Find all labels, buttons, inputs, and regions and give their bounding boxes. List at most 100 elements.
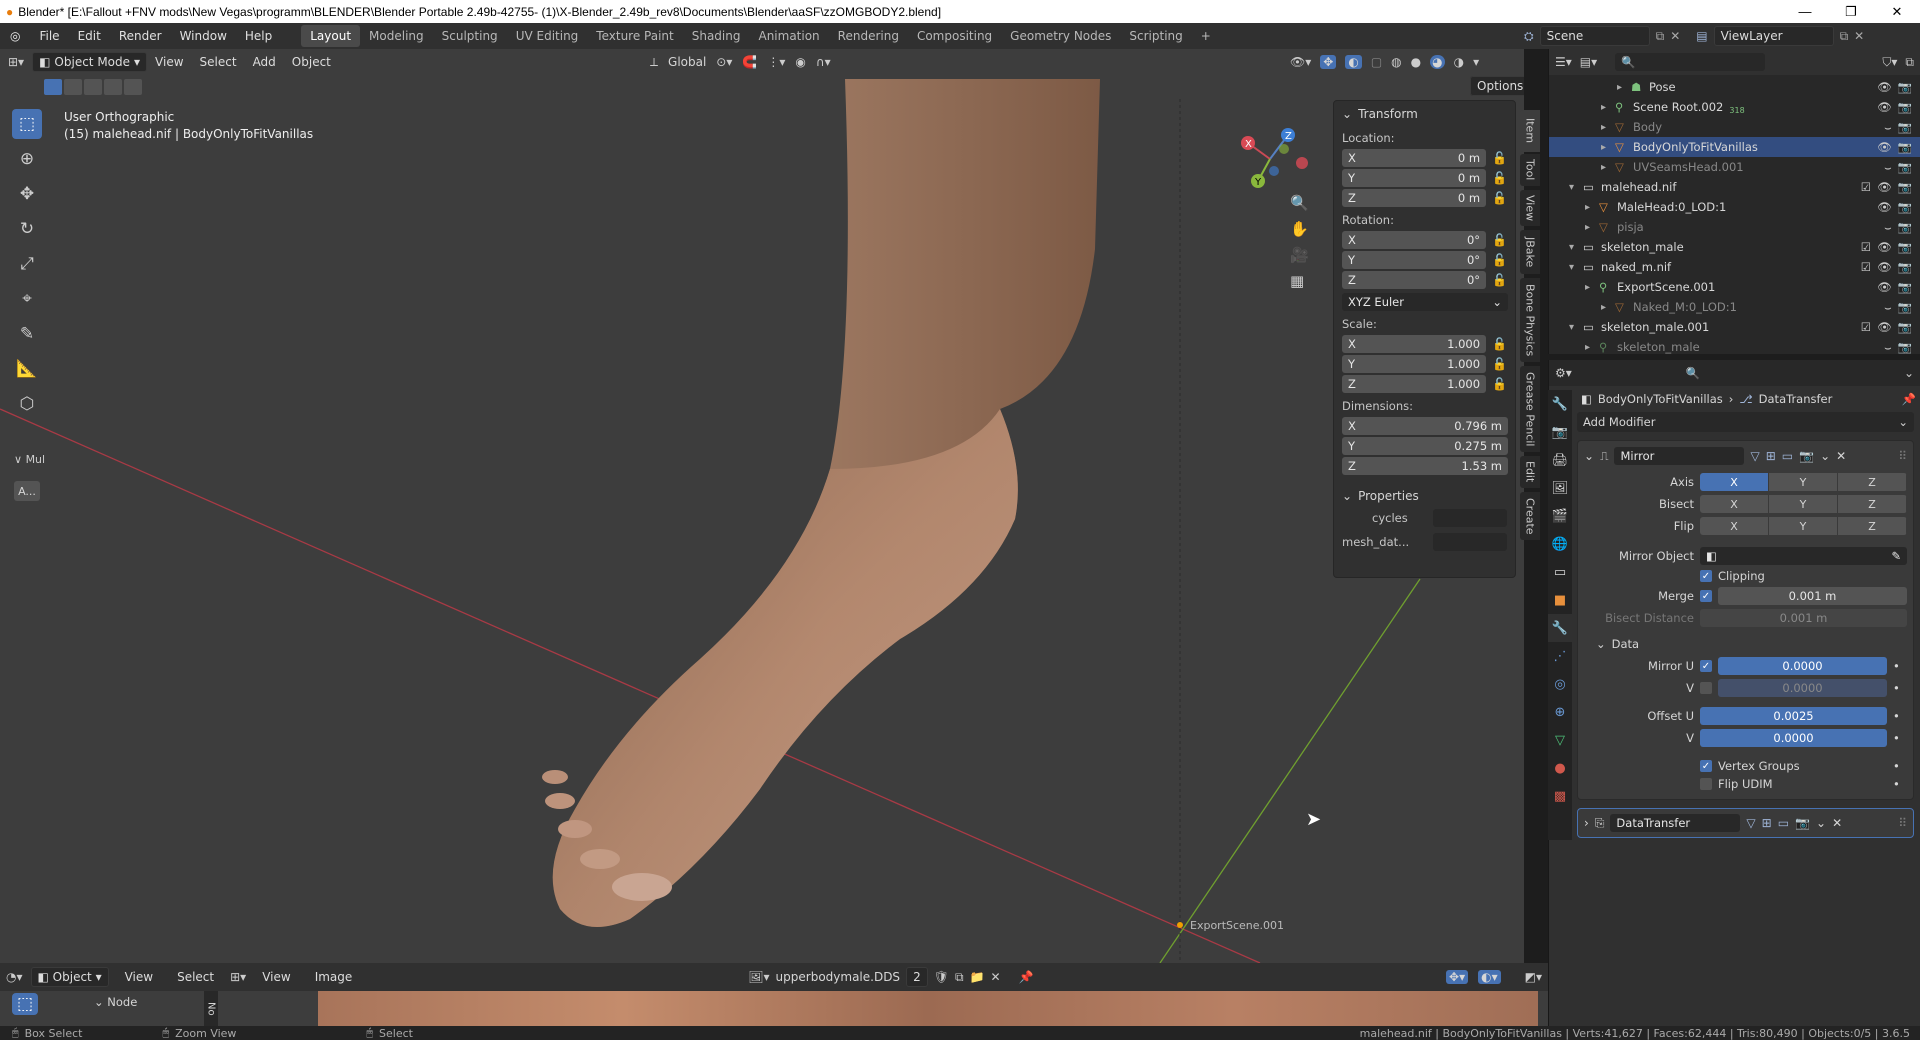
collection-tab-icon[interactable]: ▭ bbox=[1548, 558, 1572, 586]
camera-render-icon[interactable]: 📷 bbox=[1898, 240, 1912, 254]
select-tool-icon[interactable]: ⬚ bbox=[12, 993, 38, 1015]
flip-y-toggle[interactable]: Y bbox=[1769, 517, 1838, 535]
rotation-x-field[interactable]: X 0° bbox=[1342, 231, 1487, 249]
eye-icon[interactable]: 👁 bbox=[1877, 200, 1892, 214]
eye-closed-icon[interactable]: ⌣ bbox=[1884, 340, 1892, 355]
chevron-right-icon[interactable]: ▸ bbox=[1585, 282, 1599, 293]
tab-tool[interactable]: Tool bbox=[1520, 154, 1540, 186]
overlay-toggle-icon[interactable]: ◐ bbox=[1345, 55, 1362, 69]
datatransfer-name-field[interactable]: DataTransfer bbox=[1610, 814, 1741, 832]
physics-tab-icon[interactable]: ◎ bbox=[1548, 670, 1572, 698]
camera-render-icon[interactable]: 📷 bbox=[1898, 340, 1912, 354]
tab-uv-editing[interactable]: UV Editing bbox=[507, 25, 588, 47]
close-icon[interactable]: ✕ bbox=[1836, 449, 1846, 463]
proportional-edit-icon[interactable]: ◉ bbox=[795, 55, 805, 69]
eye-closed-icon[interactable]: ⌣ bbox=[1884, 220, 1892, 235]
options-dropdown[interactable]: Options bbox=[1470, 76, 1524, 96]
bisect-x-toggle[interactable]: X bbox=[1700, 495, 1769, 513]
tab-texture-paint[interactable]: Texture Paint bbox=[587, 25, 682, 47]
mirror-u-checkbox[interactable]: ✓ bbox=[1700, 660, 1712, 672]
lock-icon[interactable]: 🔓 bbox=[1492, 171, 1507, 185]
filter-icon[interactable]: ⛉▾ bbox=[1882, 55, 1897, 70]
merge-distance-field[interactable]: 0.001 m bbox=[1718, 587, 1907, 605]
editmode-toggle-icon[interactable]: ▽ bbox=[1750, 449, 1759, 463]
image-browse-icon[interactable]: 🖼▾ bbox=[748, 970, 769, 984]
constraints-tab-icon[interactable]: ⊕ bbox=[1548, 698, 1572, 726]
fake-user-icon[interactable]: 🛡 bbox=[934, 970, 949, 984]
cursor-tool-icon[interactable]: ⊕ bbox=[12, 144, 42, 174]
lock-icon[interactable]: 🔓 bbox=[1492, 151, 1507, 165]
tab-scripting[interactable]: Scripting bbox=[1120, 25, 1191, 47]
viewport-toggle-icon[interactable]: ▭ bbox=[1782, 449, 1793, 463]
tab-geometry-nodes[interactable]: Geometry Nodes bbox=[1001, 25, 1120, 47]
chevron-right-icon[interactable]: ▸ bbox=[1585, 342, 1599, 353]
axis-y-toggle[interactable]: Y bbox=[1769, 473, 1838, 491]
outliner-row[interactable]: ▾ ▭ naked_m.nif ☑ 👁 📷 bbox=[1549, 257, 1920, 277]
eye-closed-icon[interactable]: ⌣ bbox=[1884, 160, 1892, 175]
bisect-z-toggle[interactable]: Z bbox=[1838, 495, 1907, 513]
menu-file[interactable]: File bbox=[30, 29, 68, 43]
menu-edit[interactable]: Edit bbox=[69, 29, 110, 43]
exclude-checkbox[interactable]: ☑ bbox=[1861, 180, 1871, 194]
eye-icon[interactable]: 👁 bbox=[1877, 140, 1892, 154]
lock-icon[interactable]: 🔓 bbox=[1492, 191, 1507, 205]
chevron-right-icon[interactable]: ▸ bbox=[1585, 222, 1599, 233]
eye-icon[interactable]: 👁 bbox=[1877, 280, 1892, 294]
tool-settings-toggle[interactable]: ∨ Mul bbox=[14, 453, 45, 466]
display-mode-icon[interactable]: ▤▾ bbox=[1580, 55, 1597, 69]
blender-menu-icon[interactable]: ◎ bbox=[0, 29, 30, 43]
gizmo-toggle-icon[interactable]: ✥ bbox=[1320, 55, 1337, 69]
delete-viewlayer-icon[interactable]: ✕ bbox=[1854, 29, 1864, 43]
flip-z-toggle[interactable]: Z bbox=[1838, 517, 1907, 535]
location-x-field[interactable]: X0 m bbox=[1342, 149, 1487, 167]
image-users-count[interactable]: 2 bbox=[906, 967, 928, 987]
eye-icon[interactable]: 👁 bbox=[1877, 320, 1892, 334]
minimize-button[interactable]: — bbox=[1782, 0, 1828, 23]
dropdown-icon[interactable]: ⌄ bbox=[1904, 366, 1914, 380]
outliner-row[interactable]: ▾ ▭ skeleton_male ☑ 👁 📷 bbox=[1549, 237, 1920, 257]
viewlayer-icon[interactable]: ▤ bbox=[1696, 29, 1707, 43]
shading-solid-icon[interactable]: ● bbox=[1411, 55, 1421, 69]
orientation-selector[interactable]: Global bbox=[668, 55, 706, 69]
properties-panel-header[interactable]: ⌄ Properties bbox=[1334, 475, 1515, 509]
mirror-u-slider[interactable]: 0.0000 bbox=[1718, 657, 1887, 675]
tab-modeling[interactable]: Modeling bbox=[360, 25, 433, 47]
display-channels-icon[interactable]: ◩▾ bbox=[1525, 970, 1542, 984]
exclude-checkbox[interactable]: ☑ bbox=[1861, 320, 1871, 334]
tab-layout[interactable]: Layout bbox=[301, 25, 361, 47]
menu-view[interactable]: View bbox=[117, 970, 161, 984]
transform-tool-icon[interactable]: ⌖ bbox=[12, 284, 42, 314]
dimensions-z-field[interactable]: Z 1.53 m bbox=[1342, 457, 1508, 475]
navigation-gizmo[interactable]: Z X Y bbox=[1230, 119, 1310, 199]
location-z-field[interactable]: Z0 m bbox=[1342, 189, 1487, 207]
tab-edit[interactable]: Edit bbox=[1520, 456, 1540, 488]
chevron-right-icon[interactable]: ▸ bbox=[1601, 162, 1615, 173]
tab-animation[interactable]: Animation bbox=[749, 25, 828, 47]
mode-selector[interactable]: ◧ Object Mode ▾ bbox=[32, 52, 148, 72]
eye-icon[interactable]: 👁 bbox=[1877, 260, 1892, 274]
camera-render-icon[interactable]: 📷 bbox=[1898, 300, 1912, 314]
menu-select[interactable]: Select bbox=[169, 970, 222, 984]
pan-hand-icon[interactable]: ✋ bbox=[1290, 220, 1309, 238]
tab-compositing[interactable]: Compositing bbox=[908, 25, 1001, 47]
tab-create[interactable]: Create bbox=[1520, 492, 1540, 540]
chevron-down-icon[interactable]: ▾ bbox=[1569, 322, 1583, 333]
tab-item[interactable]: Item bbox=[1520, 110, 1540, 152]
uv-editor-icon[interactable]: ⊞▾ bbox=[230, 970, 246, 984]
keyframe-dot-icon[interactable]: • bbox=[1893, 659, 1907, 673]
add-modifier-dropdown[interactable]: Add Modifier ⌄ bbox=[1577, 412, 1914, 432]
pivot-icon[interactable]: ⊙▾ bbox=[716, 55, 732, 69]
editor-type-icon[interactable]: ☰▾ bbox=[1555, 55, 1572, 69]
tab-view[interactable]: View bbox=[1520, 190, 1540, 226]
scene-selector[interactable]: Scene bbox=[1539, 26, 1650, 46]
close-icon[interactable]: ✕ bbox=[1832, 816, 1842, 830]
eye-icon[interactable]: 👁 bbox=[1877, 100, 1892, 114]
lock-icon[interactable]: 🔓 bbox=[1492, 337, 1507, 351]
mirror-name-field[interactable]: Mirror bbox=[1614, 447, 1745, 465]
data-tab-icon[interactable]: ▽ bbox=[1548, 726, 1572, 754]
add-cube-tool-icon[interactable]: ⬡ bbox=[12, 389, 42, 419]
editmode-toggle-icon[interactable]: ▽ bbox=[1746, 816, 1755, 830]
transform-panel-header[interactable]: ⌄ Transform bbox=[1334, 101, 1515, 127]
delete-scene-icon[interactable]: ✕ bbox=[1670, 29, 1680, 43]
select-intersect-icon[interactable] bbox=[124, 79, 142, 95]
